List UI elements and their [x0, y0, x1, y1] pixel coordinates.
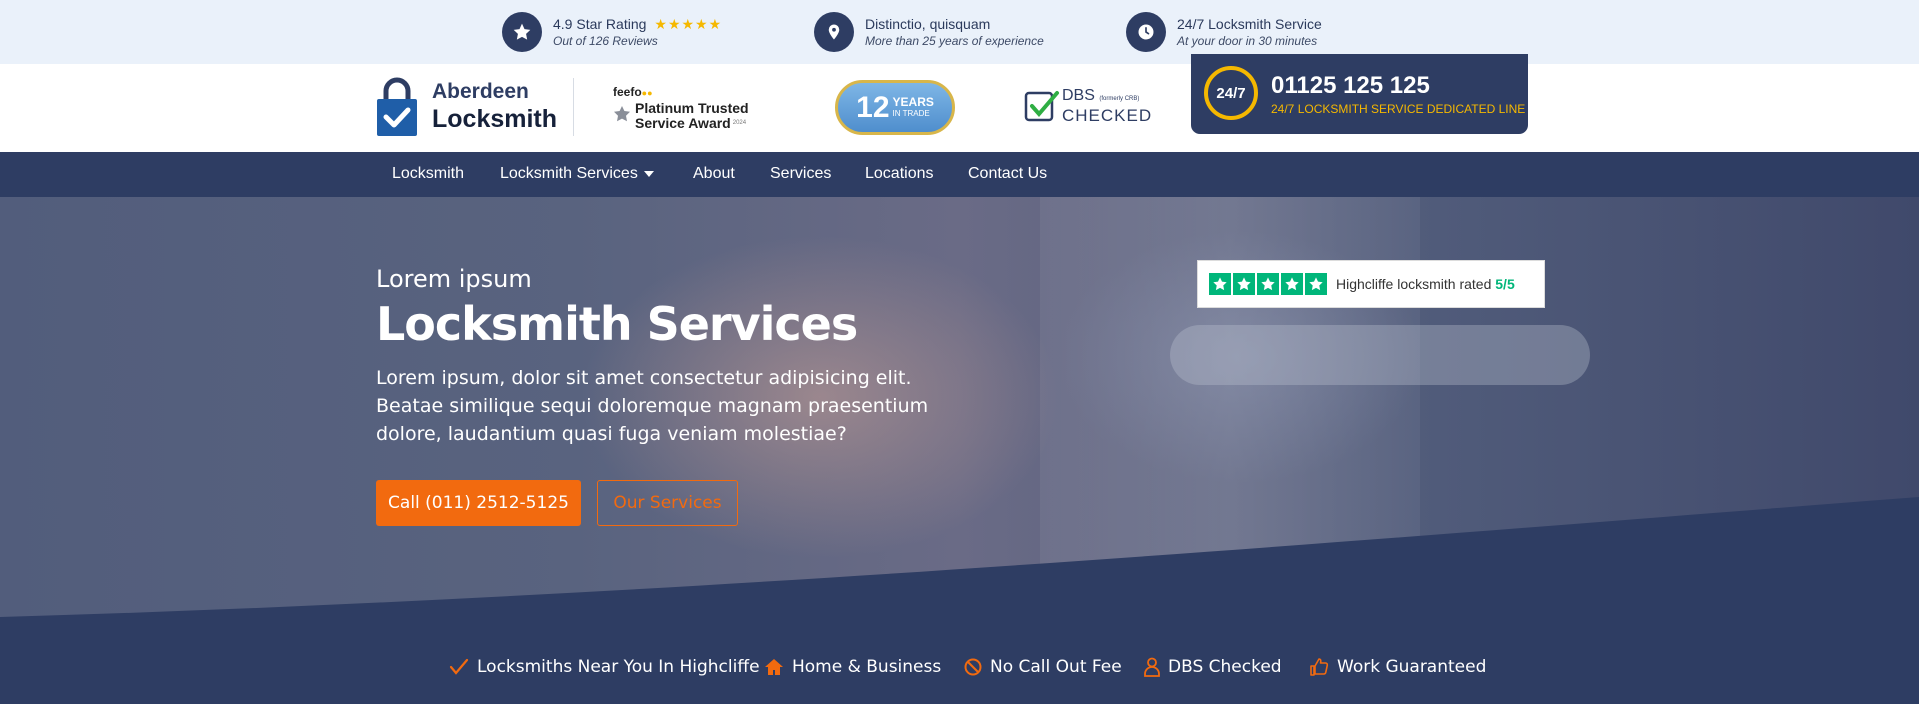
feature-item: Work Guaranteed	[1309, 657, 1486, 677]
site-logo[interactable]: Aberdeen Locksmith	[376, 77, 557, 137]
our-services-button[interactable]: Our Services	[597, 480, 738, 526]
feefo-year: 2024	[732, 120, 747, 126]
star-icon	[1281, 273, 1303, 295]
user-icon	[1144, 657, 1160, 677]
nav-item-label: Locksmith Services	[500, 165, 638, 182]
top-info-bar: 4.9 Star Rating ★★★★★ Out of 126 Reviews …	[0, 0, 1919, 64]
years-in-trade-badge: 12 YEARS IN TRADE	[835, 80, 955, 135]
phone-callout[interactable]: 24/7 01125 125 125 24/7 LOCKSMITH SERVIC…	[1191, 54, 1528, 134]
hero-title: Locksmith Services	[376, 297, 858, 351]
star-icon	[1305, 273, 1327, 295]
feature-label: DBS Checked	[1168, 657, 1282, 677]
dbs-title: DBS	[1062, 87, 1095, 104]
rating-stars: ★★★★★	[654, 16, 723, 32]
feature-item: No Call Out Fee	[964, 657, 1122, 677]
clock-icon	[1126, 12, 1166, 52]
service-subtitle: At your door in 30 minutes	[1177, 34, 1318, 48]
trustpilot-stars	[1209, 273, 1329, 295]
hero-description: Lorem ipsum, dolor sit amet consectetur …	[376, 367, 929, 445]
header-divider	[573, 78, 574, 136]
nav-item-locations[interactable]: Locations	[865, 165, 934, 183]
site-header: Aberdeen Locksmith feefo●● Platinum Trus…	[0, 64, 1919, 152]
logo-line1: Aberdeen	[432, 80, 529, 103]
experience-subtitle: More than 25 years of experience	[865, 34, 1044, 48]
star-icon	[502, 12, 542, 52]
nav-item-locksmith-services[interactable]: Locksmith Services	[500, 165, 654, 183]
dbs-formerly: (formerly CRB)	[1099, 96, 1140, 102]
experience-info: Distinctio, quisquam More than 25 years …	[814, 12, 1044, 52]
feefo-award-line1: Platinum Trusted	[635, 100, 749, 116]
ban-icon	[964, 658, 982, 676]
feature-item: Locksmiths Near You In Highcliffe	[449, 657, 760, 677]
feefo-award-badge: feefo●● Platinum Trusted Service Award 20…	[613, 85, 749, 131]
star-icon	[1233, 273, 1255, 295]
phone-number[interactable]: 01125 125 125	[1271, 72, 1430, 100]
feature-label: Work Guaranteed	[1337, 657, 1487, 677]
nav-item-contact-us[interactable]: Contact Us	[968, 165, 1047, 183]
rating-subtitle: Out of 126 Reviews	[553, 34, 658, 48]
caret-down-icon	[643, 170, 654, 177]
check-icon	[449, 658, 469, 675]
dbs-checked: CHECKED	[1062, 106, 1153, 125]
main-nav: Locksmith Locksmith Services About Servi…	[0, 152, 1919, 197]
rating-title: 4.9 Star Rating	[553, 16, 647, 32]
trustpilot-rating-card: Highcliffe locksmith rated 5/5	[1197, 260, 1545, 308]
service-info: 24/7 Locksmith Service At your door in 3…	[1126, 12, 1322, 52]
star-icon	[1257, 273, 1279, 295]
nav-item-about[interactable]: About	[693, 165, 735, 183]
padlock-logo-icon	[377, 77, 417, 136]
hero-wave-shape	[0, 497, 1919, 632]
nav-item-services[interactable]: Services	[770, 165, 831, 183]
map-pin-icon	[814, 12, 854, 52]
badge-24-7: 24/7	[1204, 66, 1258, 120]
rating-card-text: Highcliffe locksmith rated	[1336, 276, 1492, 292]
star-icon	[1209, 273, 1231, 295]
feature-item: DBS Checked	[1144, 657, 1282, 677]
rating-info: 4.9 Star Rating ★★★★★ Out of 126 Reviews	[502, 12, 722, 52]
dbs-check-icon	[1024, 90, 1059, 121]
feature-label: No Call Out Fee	[990, 657, 1122, 677]
service-title: 24/7 Locksmith Service	[1177, 16, 1322, 32]
call-button[interactable]: Call (011) 2512-5125	[376, 480, 581, 526]
award-icon	[614, 106, 630, 122]
years-word: YEARS	[892, 95, 934, 109]
hero-banner	[0, 197, 1919, 632]
feefo-award-line2: Service Award	[635, 115, 731, 131]
feature-item: Home & Business	[764, 657, 941, 677]
home-icon	[765, 659, 783, 675]
nav-item-locksmith[interactable]: Locksmith	[392, 165, 464, 183]
thumbs-up-icon	[1310, 658, 1329, 676]
years-sub: IN TRADE	[892, 109, 930, 118]
logo-line2: Locksmith	[432, 105, 558, 133]
phone-subtitle: 24/7 LOCKSMITH SERVICE DEDICATED LINE	[1271, 102, 1526, 116]
dbs-checked-badge: DBS (formerly CRB) CHECKED	[1024, 88, 1152, 125]
hero-subtitle: Lorem ipsum	[376, 265, 532, 293]
features-strip: Locksmiths Near You In Highcliffe Home &…	[0, 632, 1919, 704]
feature-label: Home & Business	[792, 657, 942, 677]
rating-card-value: 5/5	[1495, 276, 1515, 292]
feefo-brand: feefo	[613, 85, 642, 99]
feature-label: Locksmiths Near You In Highcliffe	[477, 657, 760, 677]
years-number: 12	[856, 90, 890, 124]
experience-title: Distinctio, quisquam	[865, 16, 991, 32]
